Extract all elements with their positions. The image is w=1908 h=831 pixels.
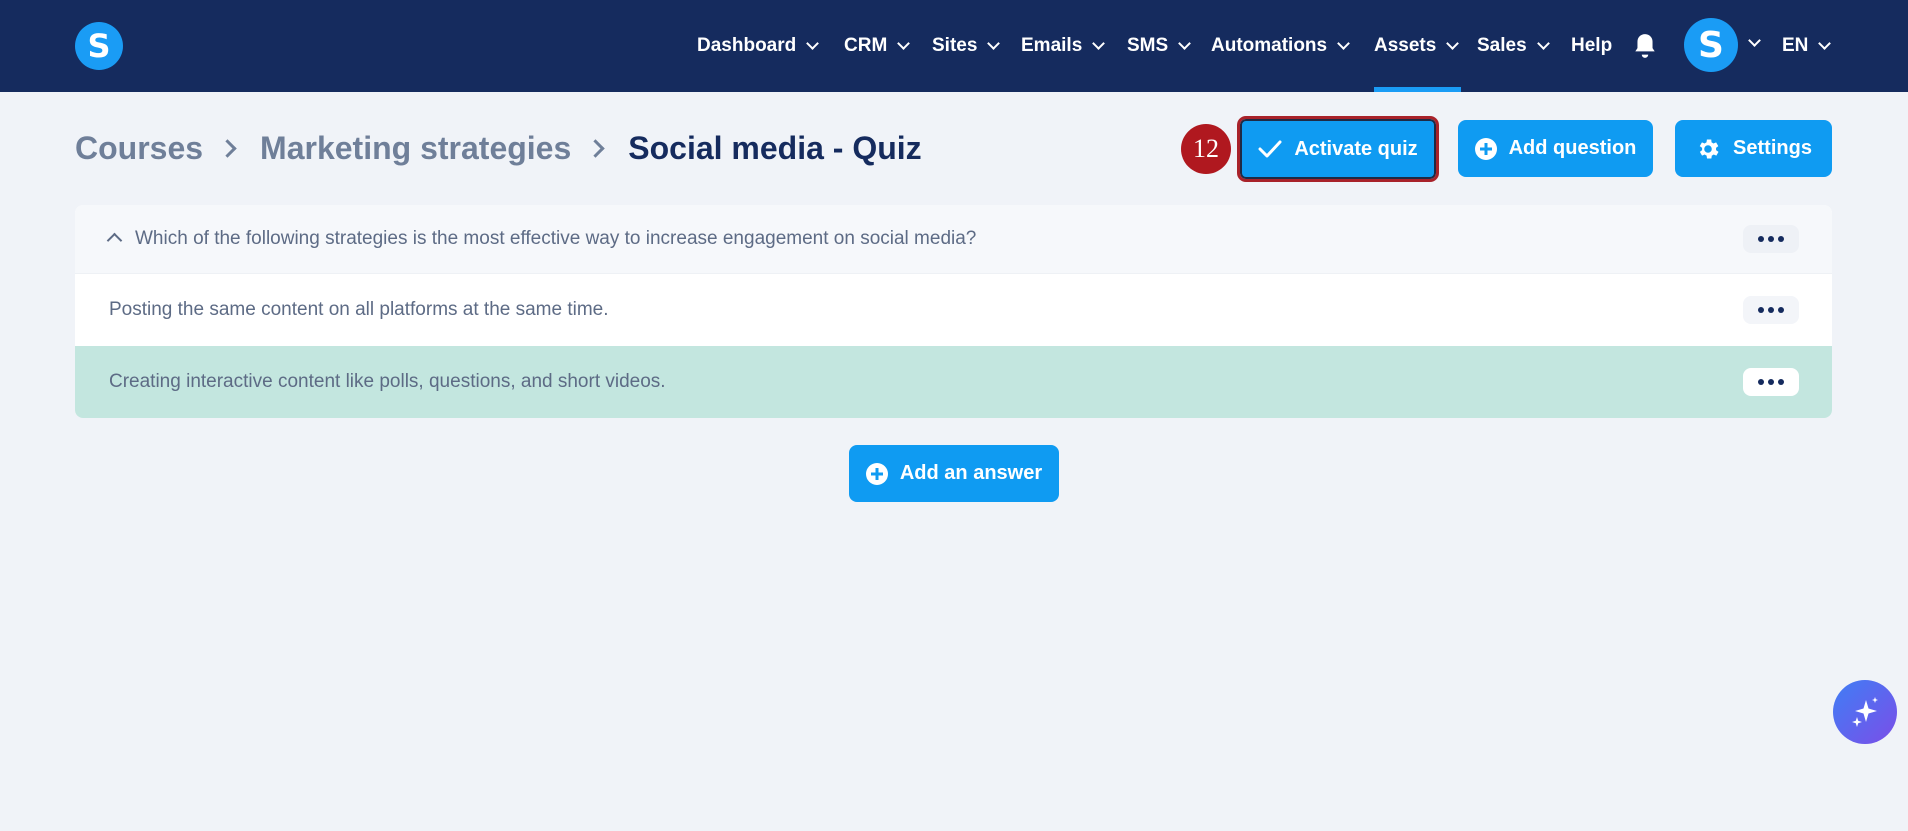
add-answer-button[interactable]: Add an answer xyxy=(849,445,1059,502)
more-horizontal-icon xyxy=(1758,307,1764,313)
nav-item-label: Sales xyxy=(1477,35,1527,56)
top-navigation-bar: S Dashboard CRM Sites Emails SMS Automat… xyxy=(0,0,1908,92)
question-row[interactable]: Which of the following strategies is the… xyxy=(75,205,1832,273)
nav-item-label: Dashboard xyxy=(697,35,797,56)
nav-item-label: CRM xyxy=(844,35,888,56)
page-title: Social media - Quiz xyxy=(628,129,922,166)
more-dot xyxy=(1778,307,1784,313)
answer-more-button[interactable] xyxy=(1743,368,1799,396)
answer-row[interactable]: Posting the same content on all platform… xyxy=(75,273,1832,346)
answer-text: Creating interactive content like polls,… xyxy=(109,371,666,392)
chevron-up-icon[interactable] xyxy=(106,232,123,249)
add-question-label: Add question xyxy=(1508,137,1637,159)
activate-quiz-button[interactable]: Activate quiz xyxy=(1237,116,1439,182)
activate-quiz-label: Activate quiz xyxy=(1294,137,1418,160)
chevron-right-icon xyxy=(218,138,237,158)
step-number-badge: 12 xyxy=(1181,124,1231,174)
more-dot xyxy=(1778,236,1784,242)
user-avatar[interactable]: S xyxy=(1684,18,1738,72)
main-nav: Dashboard CRM Sites Emails SMS Automatio… xyxy=(0,0,1908,92)
breadcrumb-marketing-strategies[interactable]: Marketing strategies xyxy=(260,130,571,167)
answer-text: Posting the same content on all platform… xyxy=(109,299,609,320)
chevron-down-icon xyxy=(1337,36,1350,50)
more-dot xyxy=(1768,307,1774,313)
question-card: Which of the following strategies is the… xyxy=(75,205,1832,418)
chevron-down-icon xyxy=(1536,36,1550,50)
nav-item-emails[interactable]: Emails xyxy=(1021,0,1106,92)
question-more-button[interactable] xyxy=(1743,225,1799,253)
more-dot xyxy=(1778,379,1784,385)
nav-item-label: Sites xyxy=(932,35,978,56)
check-icon xyxy=(1258,140,1282,158)
chevron-down-icon xyxy=(1178,36,1192,50)
chevron-right-icon xyxy=(586,138,605,158)
nav-item-label: Help xyxy=(1571,35,1613,56)
nav-item-assets[interactable]: Assets xyxy=(1374,0,1462,92)
nav-item-dashboard[interactable]: Dashboard xyxy=(697,0,820,92)
answer-more-button[interactable] xyxy=(1743,296,1799,324)
chevron-down-icon xyxy=(1446,36,1460,50)
more-horizontal-icon xyxy=(1758,379,1764,385)
bell-icon[interactable] xyxy=(1632,32,1658,60)
chevron-down-icon xyxy=(987,36,1001,50)
nav-item-crm[interactable]: CRM xyxy=(844,0,911,92)
more-horizontal-icon xyxy=(1758,236,1764,242)
chevron-down-icon xyxy=(1818,36,1832,50)
chevron-down-icon xyxy=(806,36,820,50)
more-dot xyxy=(1768,379,1774,385)
answer-row-correct[interactable]: Creating interactive content like polls,… xyxy=(75,346,1832,418)
nav-item-label: Automations xyxy=(1211,35,1328,56)
nav-item-sales[interactable]: Sales xyxy=(1477,0,1550,92)
question-text: Which of the following strategies is the… xyxy=(135,228,977,249)
settings-label: Settings xyxy=(1733,137,1812,159)
settings-button[interactable]: Settings xyxy=(1675,120,1832,177)
nav-item-help[interactable]: Help xyxy=(1571,0,1612,92)
chevron-down-icon xyxy=(1092,36,1106,50)
nav-item-sites[interactable]: Sites xyxy=(932,0,1001,92)
language-label: EN xyxy=(1782,35,1809,56)
plus-circle-icon xyxy=(1474,137,1497,160)
nav-item-label: SMS xyxy=(1127,35,1169,56)
nav-item-sms[interactable]: SMS xyxy=(1127,0,1192,92)
breadcrumb-courses[interactable]: Courses xyxy=(75,130,203,167)
ai-assistant-button[interactable] xyxy=(1833,680,1897,744)
add-answer-label: Add an answer xyxy=(899,462,1043,484)
chevron-down-icon xyxy=(897,36,911,50)
nav-item-label: Emails xyxy=(1021,35,1083,56)
gear-icon xyxy=(1699,138,1719,159)
language-selector[interactable]: EN xyxy=(1782,0,1832,92)
plus-circle-icon xyxy=(865,462,888,485)
nav-item-automations[interactable]: Automations xyxy=(1211,0,1350,92)
breadcrumb: Courses Marketing strategies Social medi… xyxy=(75,126,922,170)
nav-item-label: Assets xyxy=(1374,35,1437,56)
sparkles-icon xyxy=(1852,697,1878,727)
more-dot xyxy=(1768,236,1774,242)
add-question-button[interactable]: Add question xyxy=(1458,120,1653,177)
